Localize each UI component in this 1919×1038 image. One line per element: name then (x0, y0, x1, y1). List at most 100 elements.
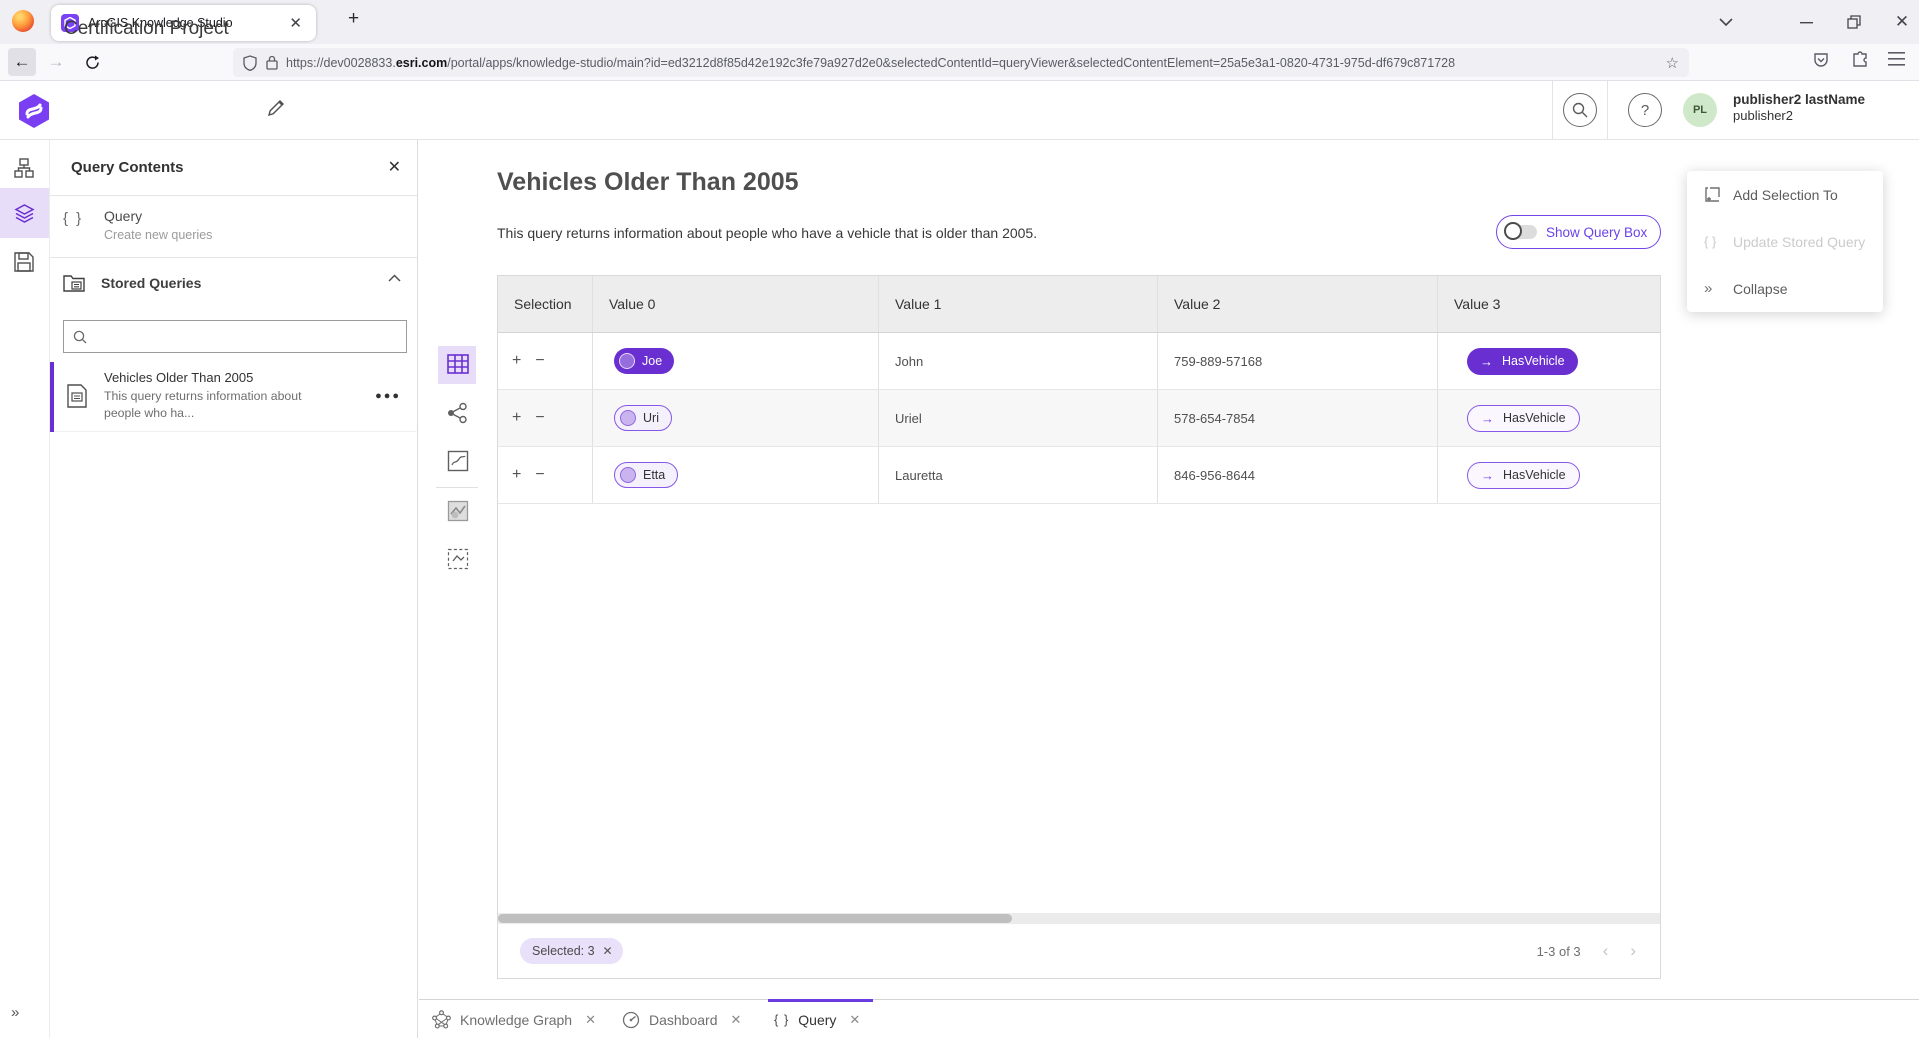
arrow-icon: → (1480, 354, 1493, 369)
stored-query-item[interactable]: Vehicles Older Than 2005 This query retu… (50, 362, 419, 432)
help-button[interactable]: ? (1628, 93, 1662, 127)
tab-query[interactable]: { } Query ✕ (774, 1000, 860, 1038)
table-row[interactable]: +− Uri Uriel 578-654-7854 →HasVehicle (498, 390, 1660, 447)
menu-item-collapse[interactable]: » Collapse (1687, 265, 1883, 312)
extensions-puzzle-icon[interactable] (1851, 51, 1869, 69)
remove-selection-icon[interactable]: − (535, 352, 544, 370)
left-rail (0, 140, 49, 1038)
pocket-icon[interactable] (1812, 51, 1830, 69)
column-header[interactable]: Value 0 (593, 276, 879, 332)
cell-value: 578-654-7854 (1158, 390, 1438, 446)
tab-close-icon[interactable]: ✕ (285, 14, 306, 32)
relationship-chip[interactable]: →HasVehicle (1467, 348, 1578, 375)
query-contents-panel: Query Contents ✕ { } Query Create new qu… (49, 140, 418, 1038)
knowledge-studio-logo[interactable] (16, 93, 52, 129)
shield-icon[interactable] (243, 55, 257, 71)
map-view-icon[interactable] (447, 450, 469, 472)
stored-queries-search-input[interactable] (63, 320, 407, 353)
selected-count-chip[interactable]: Selected: 3✕ (520, 938, 623, 964)
table-footer: Selected: 3✕ 1-3 of 3 ‹ › (498, 924, 1660, 978)
user-info[interactable]: publisher2 lastName publisher2 (1733, 92, 1865, 124)
column-header[interactable]: Selection (498, 276, 593, 332)
page-description: This query returns information about peo… (497, 225, 1037, 241)
menu-item-update-stored-query[interactable]: { } Update Stored Query (1687, 218, 1883, 265)
tab-list-chevron-icon[interactable] (1710, 0, 1742, 44)
tab-close-icon[interactable]: ✕ (849, 1012, 860, 1028)
panel-close-icon[interactable]: ✕ (388, 157, 401, 177)
back-button[interactable]: ← (8, 48, 36, 76)
browser-tab-strip: ArcGIS Knowledge Studio ✕ + ✕ (0, 0, 1919, 44)
relationship-chip[interactable]: →HasVehicle (1467, 405, 1580, 432)
column-header[interactable]: Value 2 (1158, 276, 1438, 332)
bottom-tab-bar: Knowledge Graph ✕ Dashboard ✕ { } Query … (419, 999, 1919, 1038)
window-close-button[interactable]: ✕ (1886, 0, 1918, 44)
remove-selection-icon[interactable]: − (535, 466, 544, 484)
braces-icon: { } (774, 1012, 789, 1027)
entity-chip[interactable]: Uri (614, 405, 672, 431)
new-query-item[interactable]: { } Query Create new queries (50, 196, 417, 258)
avatar[interactable]: PL (1683, 93, 1717, 127)
reload-button[interactable] (78, 48, 106, 76)
link-analysis-icon[interactable] (447, 402, 469, 424)
more-options-icon[interactable]: ●●● (375, 390, 401, 402)
hamburger-menu-icon[interactable] (1888, 52, 1905, 66)
selection-extent-icon[interactable] (447, 548, 469, 570)
horizontal-scrollbar[interactable] (498, 913, 1660, 924)
window-restore-button[interactable] (1838, 0, 1870, 44)
selected-indicator-bar (50, 362, 54, 432)
chevron-up-icon[interactable] (388, 274, 401, 282)
column-header[interactable]: Value 1 (879, 276, 1158, 332)
toggle-label: Show Query Box (1546, 225, 1647, 240)
add-selection-icon[interactable]: + (512, 466, 521, 484)
entity-dot-icon (620, 410, 636, 426)
add-selection-icon[interactable]: + (512, 409, 521, 427)
stored-query-title: Vehicles Older Than 2005 (104, 370, 253, 385)
clear-selection-icon[interactable]: ✕ (603, 944, 613, 958)
tab-knowledge-graph[interactable]: Knowledge Graph ✕ (432, 1000, 596, 1038)
lock-icon[interactable] (266, 55, 278, 70)
map-overview-icon[interactable] (447, 500, 469, 522)
expand-panel-icon[interactable]: » (11, 1004, 19, 1021)
entity-chip[interactable]: Etta (614, 462, 678, 488)
table-row[interactable]: +− Etta Lauretta 846-956-8644 →HasVehicl… (498, 447, 1660, 504)
user-name: publisher2 lastName (1733, 92, 1865, 108)
cell-value: 759-889-57168 (1158, 333, 1438, 389)
tab-close-icon[interactable]: ✕ (731, 1012, 742, 1028)
project-title: Certification Project (64, 18, 229, 40)
save-icon[interactable] (14, 252, 34, 272)
cell-value: 846-956-8644 (1158, 447, 1438, 503)
forward-button[interactable]: → (42, 48, 70, 76)
cell-value: Uriel (879, 390, 1158, 446)
relationship-chip[interactable]: →HasVehicle (1467, 462, 1580, 489)
tab-close-icon[interactable]: ✕ (585, 1012, 596, 1028)
search-button[interactable] (1563, 93, 1597, 127)
edit-pencil-icon[interactable] (266, 98, 286, 118)
prev-page-icon[interactable]: ‹ (1603, 941, 1609, 961)
actions-dropdown-menu: Add Selection To { } Update Stored Query… (1687, 171, 1883, 312)
toggle-track[interactable] (1507, 225, 1537, 239)
table-view-icon[interactable] (447, 353, 469, 375)
header-divider (1607, 81, 1608, 140)
firefox-icon[interactable] (12, 10, 34, 32)
menu-item-add-selection-to[interactable]: Add Selection To (1687, 171, 1883, 218)
project-tree-icon[interactable] (14, 158, 34, 178)
url-bar[interactable]: https://dev0028833.esri.com/portal/apps/… (233, 48, 1689, 77)
stored-queries-header[interactable]: Stored Queries (50, 258, 417, 310)
tool-divider (436, 487, 478, 488)
braces-icon: { } (63, 210, 83, 227)
entity-chip[interactable]: Joe (614, 348, 674, 374)
tab-dashboard[interactable]: Dashboard ✕ (622, 1000, 741, 1038)
new-tab-button[interactable]: + (348, 8, 359, 30)
column-header[interactable]: Value 3 (1438, 276, 1662, 332)
layers-icon[interactable] (14, 203, 35, 224)
remove-selection-icon[interactable]: − (535, 409, 544, 427)
window-minimize-button[interactable] (1790, 0, 1822, 44)
toggle-knob[interactable] (1504, 222, 1522, 240)
show-query-box-toggle[interactable]: Show Query Box (1496, 215, 1661, 249)
url-text: https://dev0028833.esri.com/portal/apps/… (286, 56, 1666, 70)
next-page-icon[interactable]: › (1630, 941, 1636, 961)
table-row[interactable]: +− Joe John 759-889-57168 →HasVehicle (498, 333, 1660, 390)
bookmark-star-icon[interactable]: ☆ (1666, 54, 1679, 72)
scrollbar-thumb[interactable] (498, 914, 1012, 923)
add-selection-icon[interactable]: + (512, 352, 521, 370)
